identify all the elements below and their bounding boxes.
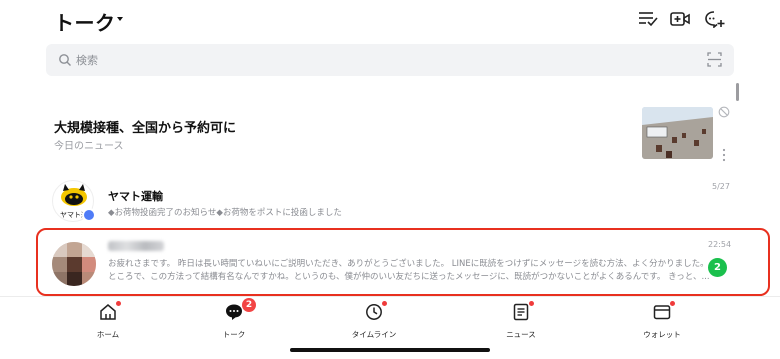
chat-last-message: ◆お荷物投函完了のお知らせ◆お荷物をポストに投函しました <box>108 208 342 218</box>
notification-dot <box>529 301 534 306</box>
page-title[interactable]: トーク <box>54 7 116 36</box>
more-options-icon[interactable] <box>722 148 726 162</box>
notification-dot <box>670 301 675 306</box>
chat-name: ヤマト運輸 <box>108 190 163 203</box>
news-headline[interactable]: 大規模接種、全国から予約可に <box>54 117 236 136</box>
tab-label: ニュース <box>506 330 536 339</box>
clock-icon <box>366 304 382 320</box>
notification-dot <box>116 301 121 306</box>
notification-dot <box>382 301 387 306</box>
scrollbar[interactable] <box>736 83 739 101</box>
search-icon <box>59 54 71 66</box>
scan-icon[interactable] <box>707 52 722 67</box>
news-icon <box>513 303 529 321</box>
highlight-frame <box>36 228 770 296</box>
chat-list-item[interactable]: ヤマト運 ヤマト運輸 ◆お荷物投函完了のお知らせ◆お荷物をポストに投函しました … <box>0 172 780 230</box>
tab-timeline[interactable]: タイムライン <box>334 301 414 339</box>
chat-timestamp: 5/27 <box>712 182 730 191</box>
news-thumbnail[interactable] <box>642 107 713 159</box>
chat-plus-icon[interactable] <box>705 10 725 28</box>
wallet-icon <box>653 305 671 320</box>
official-account-badge <box>82 208 96 222</box>
tab-wallet[interactable]: ウォレット <box>622 301 702 339</box>
search-placeholder: 検索 <box>76 54 98 67</box>
tab-news[interactable]: ニュース <box>481 301 561 339</box>
video-plus-icon[interactable] <box>670 10 690 28</box>
top-bar: トーク <box>0 0 780 40</box>
edit-list-icon[interactable] <box>638 10 658 28</box>
talk-icon <box>226 304 242 320</box>
home-icon <box>100 304 116 320</box>
tab-label: ホーム <box>96 330 120 339</box>
tab-talk[interactable]: 2 トーク <box>194 298 274 339</box>
tab-badge-count: 2 <box>242 298 256 312</box>
tab-label: トーク <box>222 330 246 339</box>
hide-icon[interactable] <box>718 106 730 118</box>
home-indicator[interactable] <box>290 348 490 352</box>
news-source: 今日のニュース <box>54 141 124 152</box>
bottom-tab-bar: ホーム 2 トーク タイムライン ニュース ウォレット <box>0 296 780 359</box>
news-item[interactable]: 大規模接種、全国から予約可に 今日のニュース <box>0 100 780 168</box>
tab-label: ウォレット <box>643 330 681 339</box>
search-bar[interactable]: 検索 <box>46 44 734 76</box>
tab-label: タイムライン <box>351 330 397 339</box>
chevron-down-icon[interactable] <box>117 17 123 21</box>
tab-home[interactable]: ホーム <box>68 301 148 339</box>
